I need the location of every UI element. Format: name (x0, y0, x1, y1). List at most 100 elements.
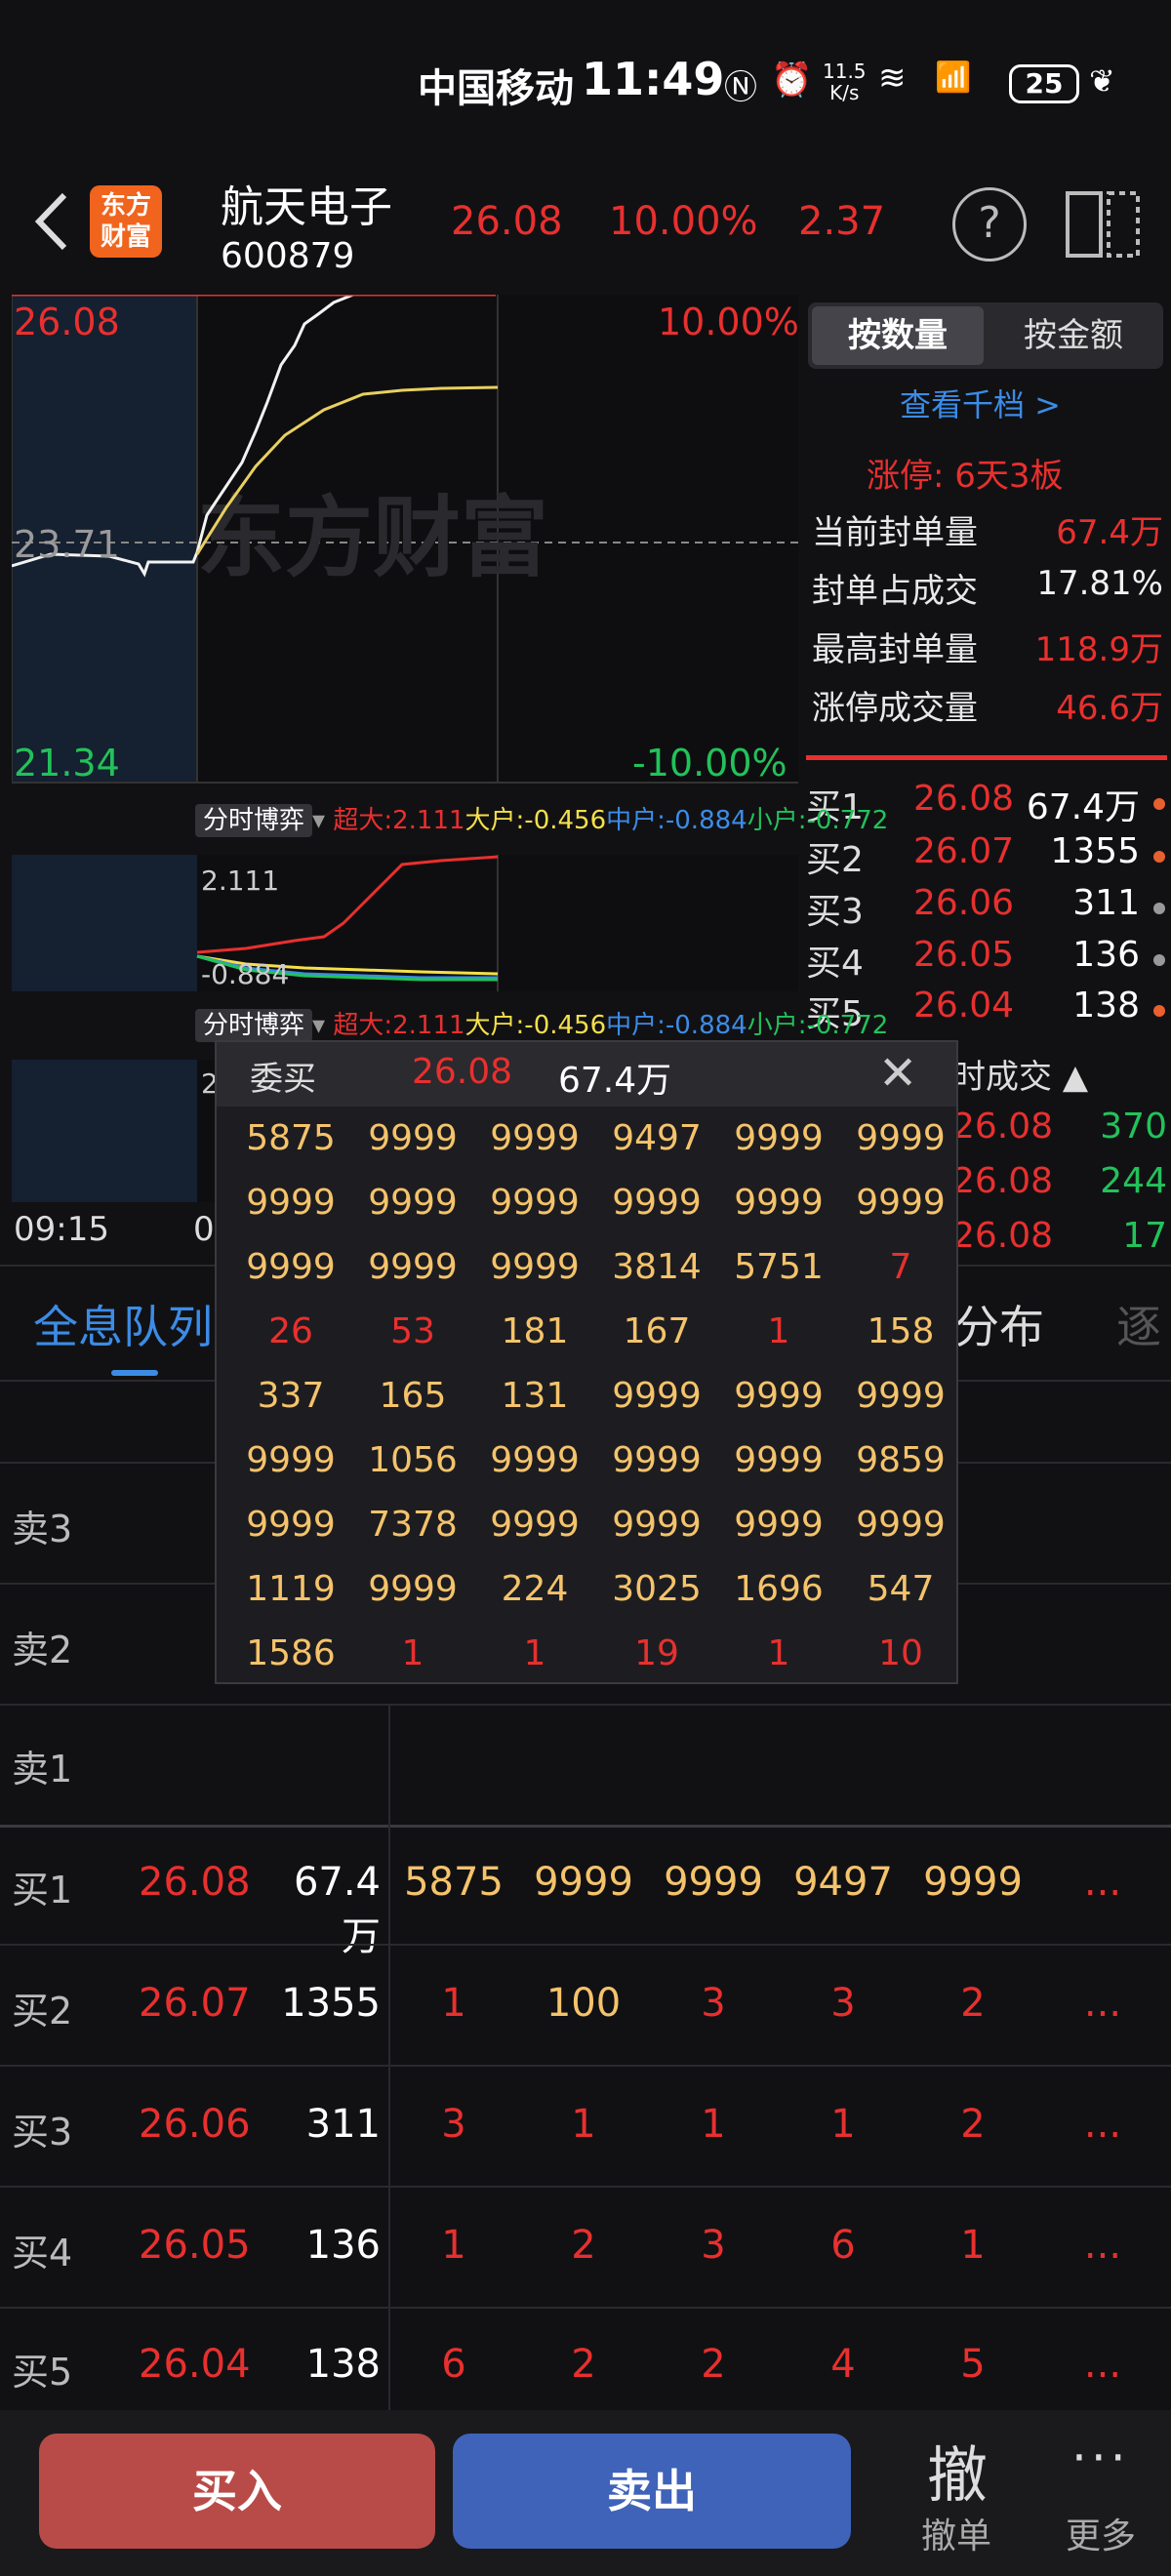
popup-queue-cell: 5875 (246, 1118, 336, 1158)
more-ellipsis[interactable]: ... (1049, 2342, 1156, 2387)
popup-qty: 67.4万 (558, 1061, 672, 1101)
popup-queue-cell: 9999 (246, 1505, 336, 1545)
chart-high-price: 26.08 (14, 301, 120, 343)
dropdown-icon: ▾ (312, 806, 326, 835)
column-divider (388, 1704, 390, 2410)
popup-queue-cell: 7378 (368, 1505, 458, 1545)
ob-price: 26.05 (913, 935, 1015, 975)
popup-queue-cell: 1 (767, 1633, 790, 1673)
indicator-bar[interactable]: 分时博弈 ▾ 超大:2.111大户:-0.456中户:-0.884小户:-0.77… (195, 800, 888, 843)
chart-low-percent: -10.00% (632, 742, 787, 785)
stat-label: 涨停成交量 (812, 689, 978, 728)
more-ellipsis[interactable]: ... (1049, 1981, 1156, 2026)
ob-qty: 136 (1072, 935, 1140, 975)
indicator-tag[interactable]: 分时博弈 (195, 1009, 313, 1042)
divider (0, 1825, 1171, 1828)
close-icon[interactable]: ✕ (878, 1046, 917, 1101)
order-tabs: 按数量 按金额 (808, 302, 1163, 369)
ob-dot (1153, 851, 1165, 863)
more-ellipsis[interactable]: ... (1049, 1860, 1156, 1905)
queue-cell: 6 (441, 2342, 466, 2387)
stat-row: 当前封单量 67.4万 (812, 505, 1163, 553)
queue-cell: 3 (701, 1981, 726, 2026)
buy-button[interactable]: 买入 (39, 2434, 435, 2549)
queue-cell: 3 (830, 1981, 856, 2026)
dropdown-icon: ▾ (312, 1011, 326, 1040)
ob-price: 26.07 (913, 831, 1015, 871)
ob-dot (1153, 903, 1165, 914)
queue-cell: 9999 (923, 1860, 1023, 1905)
sell-level-label: 卖1 (12, 1748, 73, 1791)
queue-cell: 1 (441, 2223, 466, 2268)
queue-cell: 1 (830, 2102, 856, 2147)
popup-queue-cell: 9999 (368, 1569, 458, 1609)
popup-queue-cell: 7 (889, 1247, 912, 1287)
popup-queue-cell: 9999 (490, 1247, 580, 1287)
watermark: 东方财富 (197, 487, 548, 589)
tab-more[interactable]: 逐 (1116, 1292, 1161, 1356)
stock-name: 航天电子 (221, 182, 392, 232)
queue-cell: 2 (960, 2102, 986, 2147)
back-arrow-icon[interactable] (25, 187, 84, 256)
popup-queue-cell: 337 (257, 1376, 325, 1416)
more-label[interactable]: 更多 (1066, 2508, 1136, 2558)
sell-level-label: 卖2 (12, 1629, 73, 1671)
popup-queue-cell: 9999 (368, 1118, 458, 1158)
split-screen-icon[interactable] (1064, 187, 1142, 262)
trades-header[interactable]: 时成交 ▲ (952, 1050, 1088, 1098)
leaf-icon: ❦ (1089, 62, 1115, 100)
more-icon[interactable]: ··· (1071, 2430, 1130, 2486)
trades-header-label: 时成交 (952, 1058, 1052, 1097)
indicator-super: 超大:2.111 (333, 806, 465, 835)
orderbook-row[interactable]: 买3 26.06 311 (806, 883, 1167, 934)
divider (0, 1704, 1171, 1706)
more-ellipsis[interactable]: ... (1049, 2102, 1156, 2147)
ob-dot (1153, 1005, 1165, 1017)
popup-queue-cell: 9999 (490, 1505, 580, 1545)
ob-price: 26.04 (913, 986, 1015, 1026)
stock-code: 600879 (221, 236, 355, 276)
trade-qty: 244 (1100, 1161, 1167, 1201)
ob-price: 26.06 (913, 883, 1015, 923)
popup-queue-cell: 53 (390, 1311, 435, 1351)
tab-full-queue[interactable]: 全息队列 (33, 1292, 213, 1356)
queue-cell: 9497 (793, 1860, 893, 1905)
buy-price: 26.07 (139, 1981, 251, 2026)
cancel-order-icon[interactable]: 撤 (927, 2426, 988, 2514)
tab-by-volume[interactable]: 按数量 (812, 306, 984, 365)
stat-row: 最高封单量 118.9万 (812, 623, 1163, 670)
popup-queue-cell: 158 (867, 1311, 935, 1351)
buy-level-label: 买2 (12, 1990, 73, 2033)
alarm-icon: ⏰ (771, 60, 813, 100)
help-icon[interactable]: ? (952, 187, 1027, 262)
popup-queue-cell: 9999 (612, 1505, 702, 1545)
ob-qty: 1355 (1050, 831, 1140, 871)
divider (806, 755, 1167, 760)
tab-distribution[interactable]: 分布 (954, 1292, 1044, 1356)
popup-queue-cell: 547 (867, 1569, 935, 1609)
stat-label: 封单占成交 (812, 572, 978, 611)
queue-cell: 3 (441, 2102, 466, 2147)
sell-button[interactable]: 卖出 (453, 2434, 851, 2549)
ob-label: 买3 (806, 892, 864, 932)
intraday-chart[interactable]: 东方财富 (12, 295, 798, 792)
signal-icon: 📶 (935, 60, 972, 95)
popup-queue-cell: 1586 (246, 1633, 336, 1673)
indicator-tag[interactable]: 分时博弈 (195, 804, 313, 837)
ob-label: 买4 (806, 944, 864, 984)
cancel-order-label[interactable]: 撤单 (921, 2508, 991, 2558)
buy-volume: 67.4万 (293, 1860, 381, 1959)
ob-price: 26.08 (913, 779, 1015, 819)
orderbook-row[interactable]: 买4 26.05 136 (806, 935, 1167, 986)
more-ellipsis[interactable]: ... (1049, 2223, 1156, 2268)
popup-queue-cell: 9497 (612, 1118, 702, 1158)
chart-high-percent: 10.00% (658, 301, 799, 343)
buy-volume: 138 (305, 2342, 381, 2387)
bid-queue-popup[interactable]: 委买 26.08 67.4万 ✕ 5875 9999 9999 9497 9999 999… (215, 1040, 958, 1684)
view-thousand-link[interactable]: 查看千档 > (900, 381, 1061, 425)
buy-level-label: 买1 (12, 1869, 73, 1912)
popup-queue-cell: 181 (501, 1311, 569, 1351)
tab-by-amount[interactable]: 按金额 (988, 306, 1159, 365)
header-change: 2.37 (798, 199, 886, 244)
limit-up-info: 涨停: 6天3板 (867, 457, 1064, 496)
